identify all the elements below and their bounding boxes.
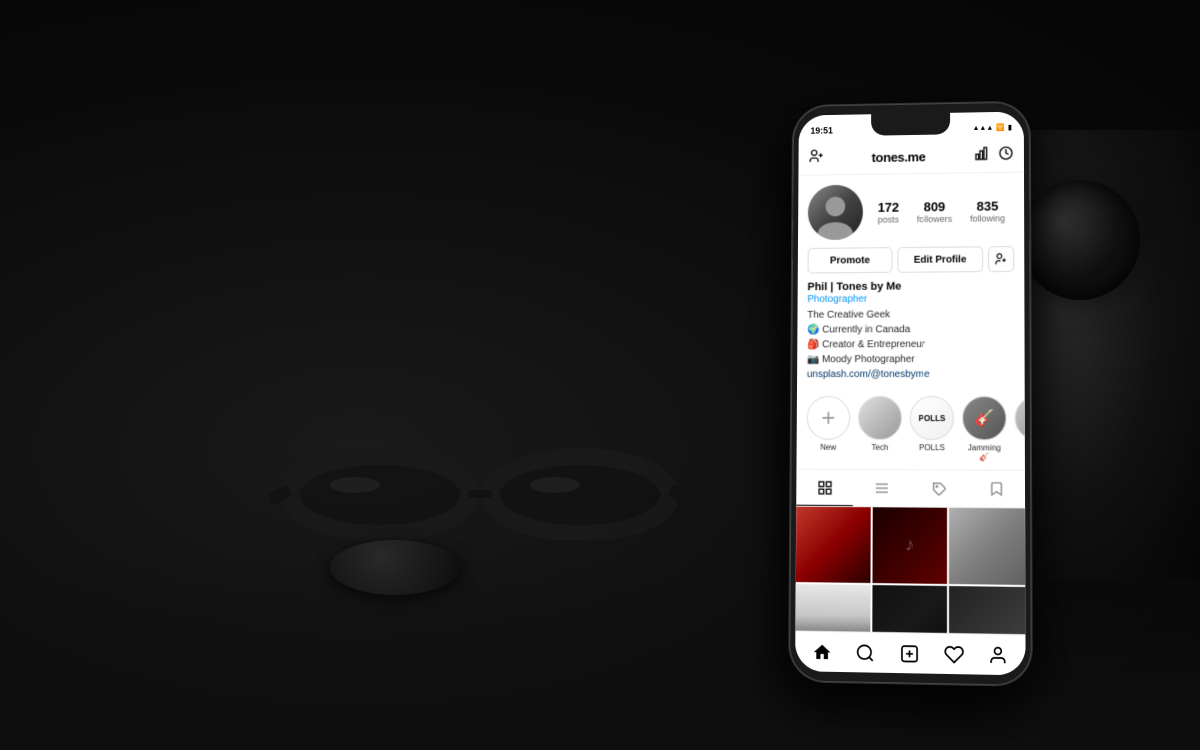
following-stat[interactable]: 835 following [970, 198, 1005, 223]
phone-screen: 19:51 ▲▲▲ 🛜 ▮ tones.me [795, 111, 1026, 675]
tab-grid[interactable] [796, 470, 853, 506]
grid-photo-2[interactable] [872, 507, 947, 583]
phone: 19:51 ▲▲▲ 🛜 ▮ tones.me [789, 102, 1032, 686]
grid-photo-1[interactable] [796, 507, 871, 583]
add-contact-icon-button[interactable] [988, 246, 1014, 272]
highlight-tech-circle [858, 396, 902, 440]
posts-label: posts [878, 214, 899, 224]
bio-specialty: 📷 Moody Photographer [807, 352, 1015, 367]
grid-photo-6[interactable] [949, 586, 1025, 635]
posts-stat: 172 posts [878, 199, 900, 224]
posts-count: 172 [878, 199, 899, 214]
highlight-new-circle [807, 396, 851, 440]
highlight-polls-circle: POLLS [910, 396, 954, 440]
following-count: 835 [970, 198, 1005, 213]
bio-location: 🌍 Currently in Canada [807, 322, 1014, 338]
highlight-cali[interactable]: Cali [1015, 396, 1025, 462]
status-icons: ▲▲▲ 🛜 ▮ [973, 123, 1012, 132]
stats-numbers: 172 posts 809 followers 835 following [869, 198, 1014, 224]
grid-photo-4[interactable] [795, 584, 870, 634]
ig-bottom-nav [795, 631, 1026, 676]
highlight-new-label: New [820, 443, 836, 452]
bio-title: Photographer [807, 293, 1014, 305]
glasses-decoration [270, 440, 690, 540]
instagram-app: tones.me [795, 139, 1025, 634]
ig-highlights: New Tech POLLS POLLS 🎸 Jamm [796, 388, 1024, 471]
highlight-jamming-label: Jamming 🎸 [962, 443, 1007, 461]
ig-bio: Phil | Tones by Me Photographer The Crea… [797, 280, 1025, 388]
tab-list[interactable] [853, 470, 910, 507]
profile-username: tones.me [872, 149, 926, 165]
status-time: 19:51 [810, 126, 833, 136]
highlight-cali-circle [1015, 396, 1025, 441]
history-icon[interactable] [998, 145, 1014, 166]
insights-icon[interactable] [974, 145, 990, 166]
ig-action-buttons: Promote Edit Profile [798, 246, 1025, 281]
highlight-tech-label: Tech [871, 443, 888, 452]
topnav-right-icons [974, 145, 1014, 166]
notch [871, 113, 950, 136]
tab-saved[interactable] [967, 471, 1025, 508]
wifi-icon: 🛜 [996, 124, 1005, 132]
photo-grid [795, 507, 1025, 635]
grid-photo-3[interactable] [949, 508, 1025, 585]
add-person-icon[interactable] [808, 148, 824, 169]
followers-count: 809 [917, 199, 952, 214]
followers-label: followers [917, 213, 952, 223]
tab-tagged[interactable] [910, 470, 967, 507]
battery-icon: ▮ [1008, 123, 1012, 131]
grid-photo-5[interactable] [872, 585, 947, 635]
highlight-new[interactable]: New [806, 396, 850, 461]
highlight-tech[interactable]: Tech [858, 396, 902, 461]
bio-link[interactable]: unsplash.com/@tonesbyme [807, 369, 1015, 380]
bio-description: The Creative Geek [807, 307, 1014, 323]
bio-role: 🎒 Creator & Entrepreneur [807, 337, 1014, 353]
followers-stat[interactable]: 809 followers [917, 199, 952, 224]
profile-avatar[interactable] [808, 185, 863, 240]
phone-body: 19:51 ▲▲▲ 🛜 ▮ tones.me [789, 102, 1032, 686]
bio-name: Phil | Tones by Me [807, 280, 1014, 293]
ig-stats-row: 172 posts 809 followers 835 following [798, 173, 1024, 248]
highlight-jamming[interactable]: 🎸 Jamming 🎸 [962, 396, 1007, 462]
nav-home-icon[interactable] [810, 639, 834, 664]
edit-profile-button[interactable]: Edit Profile [897, 246, 983, 272]
ig-tabs [796, 470, 1025, 509]
highlight-polls[interactable]: POLLS POLLS [910, 396, 954, 461]
nav-heart-icon[interactable] [941, 642, 965, 667]
promote-button[interactable]: Promote [808, 247, 893, 273]
nav-search-icon[interactable] [854, 640, 878, 665]
ig-topnav: tones.me [798, 139, 1024, 176]
nav-profile-icon[interactable] [986, 642, 1011, 667]
following-label: following [970, 213, 1005, 223]
highlight-jamming-circle: 🎸 [962, 396, 1006, 440]
signal-icon: ▲▲▲ [973, 124, 994, 131]
nav-add-icon[interactable] [897, 641, 921, 666]
highlight-polls-label: POLLS [919, 443, 945, 452]
